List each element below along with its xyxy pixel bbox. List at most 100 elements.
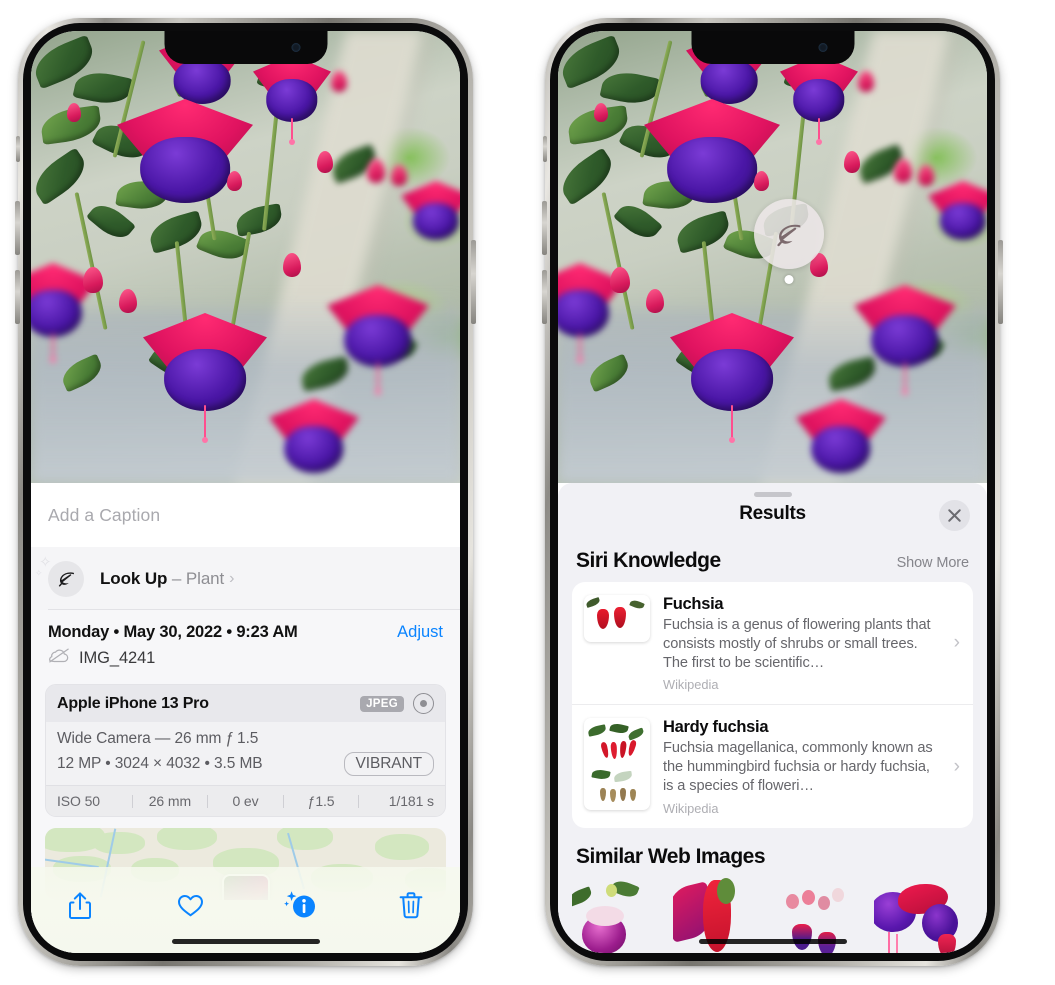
fuchsia-flower <box>928 181 987 241</box>
flower-corolla <box>31 290 83 338</box>
flower-bud <box>918 165 934 186</box>
flower-style <box>729 405 735 443</box>
photo-metadata: Monday • May 30, 2022 • 9:23 AM Adjust I… <box>31 610 460 672</box>
flower-bud <box>83 267 103 293</box>
format-badge: JPEG <box>360 695 404 712</box>
fuchsia-flower <box>327 285 429 395</box>
screen-right: Results Siri Knowledge Show More Fuchsia… <box>558 31 987 953</box>
knowledge-title: Hardy fuchsia <box>663 718 769 737</box>
flower-bud <box>594 103 608 122</box>
favorite-button[interactable] <box>167 885 213 925</box>
flower-bud <box>331 71 347 92</box>
look-up-title: Look Up <box>100 568 168 588</box>
results-header: Results <box>558 483 987 545</box>
notch <box>164 31 327 64</box>
flower-corolla <box>344 315 412 368</box>
knowledge-source: Wikipedia <box>663 800 719 816</box>
siri-knowledge-card: Fuchsia Fuchsia is a genus of flowering … <box>572 582 973 828</box>
photo-info-sheet: Add a Caption ✧ ✧ Look Up – Plant › Mond… <box>31 483 460 953</box>
silent-switch[interactable] <box>543 136 547 162</box>
flower-style <box>902 362 908 395</box>
similar-web-images-header: Similar Web Images <box>558 828 987 878</box>
flower-corolla <box>164 349 246 411</box>
flower-bud <box>367 159 385 183</box>
chevron-right-icon: › <box>953 755 960 777</box>
leaf-icon: ✧ ✧ <box>35 555 84 597</box>
flower-style <box>289 117 295 145</box>
volume-down-button[interactable] <box>15 270 20 324</box>
flower-corolla <box>412 202 460 240</box>
screen-left: Add a Caption ✧ ✧ Look Up – Plant › Mond… <box>31 31 460 953</box>
iphone-left: Add a Caption ✧ ✧ Look Up – Plant › Mond… <box>15 18 476 966</box>
look-up-row[interactable]: ✧ ✧ Look Up – Plant › <box>31 547 460 610</box>
photo-viewer[interactable] <box>558 31 987 483</box>
flower-bud <box>119 289 137 313</box>
fuchsia-flower <box>401 181 460 241</box>
fuchsia-flower <box>854 285 956 395</box>
hardy-fuchsia-specimen-thumbnail <box>584 718 650 810</box>
visual-lookup-pin[interactable] <box>754 199 824 284</box>
flower-corolla <box>140 137 230 203</box>
results-sheet: Results Siri Knowledge Show More Fuchsia… <box>558 483 987 953</box>
flower-corolla <box>558 290 610 338</box>
list-item[interactable]: Fuchsia Fuchsia is a genus of flowering … <box>572 582 973 704</box>
power-button[interactable] <box>471 240 476 324</box>
volume-up-button[interactable] <box>15 201 20 255</box>
file-size-info: 12 MP • 3024 × 4032 • 3.5 MB <box>57 755 263 772</box>
fuchsia-magenta-white-bloom[interactable] <box>572 877 671 953</box>
home-indicator[interactable] <box>698 939 847 944</box>
silent-switch[interactable] <box>16 136 20 162</box>
exif-aperture: ƒ1.5 <box>307 793 335 809</box>
look-up-subject: Plant <box>185 568 225 588</box>
leaf-icon <box>754 199 824 269</box>
delete-button[interactable] <box>388 885 434 925</box>
camera-info-card[interactable]: Apple iPhone 13 Pro JPEG Wide Camera — 2… <box>45 684 446 817</box>
exif-shutter-speed: 1/181 s <box>388 793 434 809</box>
knowledge-source: Wikipedia <box>663 677 719 693</box>
flower-corolla <box>284 426 344 474</box>
volume-down-button[interactable] <box>542 270 547 324</box>
front-camera-icon <box>291 43 300 52</box>
info-button[interactable] <box>278 885 324 925</box>
flower-corolla <box>700 58 758 104</box>
caption-field-row[interactable]: Add a Caption <box>31 483 460 547</box>
page-title: Results <box>739 503 806 524</box>
exif-row: ISO 50 26 mm 0 ev ƒ1.5 1/181 s <box>46 785 445 816</box>
camera-card-body: Wide Camera — 26 mm ƒ 1.5 12 MP • 3024 ×… <box>46 722 445 785</box>
list-item[interactable]: Hardy fuchsia Fuchsia magellanica, commo… <box>572 704 973 827</box>
close-button[interactable] <box>939 500 970 531</box>
flower-bud <box>317 151 333 173</box>
knowledge-description: Fuchsia is a genus of flowering plants t… <box>663 617 931 671</box>
capture-date: Monday • May 30, 2022 • 9:23 AM <box>48 623 298 641</box>
flower-corolla <box>811 426 871 474</box>
fuchsia-flower <box>253 55 331 145</box>
fuchsia-purple-magenta-cluster[interactable] <box>874 878 973 953</box>
share-button[interactable] <box>57 885 103 925</box>
flower-bud <box>754 171 769 191</box>
siri-knowledge-header: Siri Knowledge Show More <box>558 545 987 582</box>
volume-up-button[interactable] <box>542 201 547 255</box>
lens-info: Wide Camera — 26 mm ƒ 1.5 <box>57 730 259 747</box>
photo-viewer[interactable] <box>31 31 460 483</box>
flower-style <box>202 405 208 443</box>
fuchsia-flower <box>269 399 359 475</box>
lookup-anchor-dot <box>784 275 794 284</box>
show-more-button[interactable]: Show More <box>897 555 970 571</box>
power-button[interactable] <box>998 240 1003 324</box>
flower-bud <box>283 253 301 277</box>
notch <box>691 31 854 64</box>
fuchsia-flower <box>796 399 886 475</box>
adjust-button[interactable]: Adjust <box>397 623 443 642</box>
flower-bud <box>844 151 860 173</box>
flower-corolla <box>266 79 318 122</box>
fuchsia-flower <box>143 313 267 443</box>
fuchsia-flower <box>780 55 858 145</box>
front-camera-icon <box>818 43 827 52</box>
home-indicator[interactable] <box>171 939 320 944</box>
flower-corolla <box>173 58 231 104</box>
section-title: Similar Web Images <box>576 844 766 868</box>
iphone-right: Results Siri Knowledge Show More Fuchsia… <box>542 18 1003 966</box>
aperture-icon <box>413 693 434 714</box>
flower-bud <box>67 103 81 122</box>
chevron-right-icon: › <box>229 569 235 587</box>
